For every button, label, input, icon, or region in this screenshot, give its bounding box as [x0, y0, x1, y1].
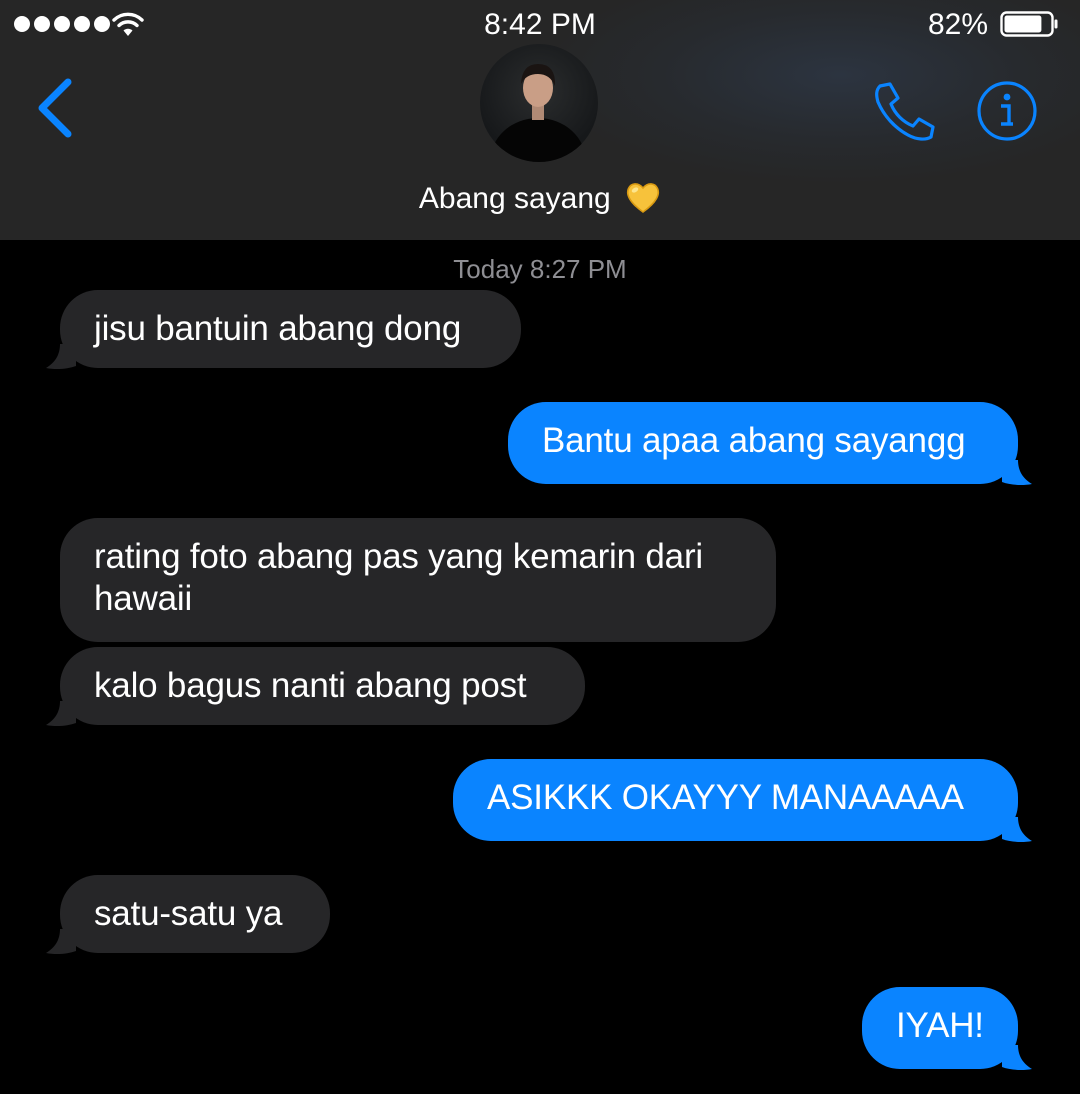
bubble-tail — [46, 701, 76, 727]
bubble-tail — [1002, 1045, 1032, 1071]
battery-percent: 82% — [927, 8, 988, 41]
contact-name-label: Abang sayang — [418, 182, 611, 215]
message-bubble-sent[interactable]: Bantu apaa abang sayangg — [508, 402, 1018, 484]
message-bubble-sent[interactable]: ASIKKK OKAYYY MANAAAAA — [453, 759, 1018, 841]
bubble-tail — [1002, 460, 1032, 486]
back-chevron-icon[interactable] — [30, 76, 80, 140]
message-bubble-received[interactable]: satu-satu ya — [60, 875, 330, 953]
bubble-tail — [46, 929, 76, 955]
message-bubble-received[interactable]: rating foto abang pas yang kemarin dari … — [60, 518, 776, 642]
bubble-tail — [46, 344, 76, 370]
contact-avatar[interactable] — [480, 44, 598, 162]
contact-name[interactable]: Abang sayang — [0, 180, 1080, 216]
yellow-heart-icon — [627, 183, 660, 213]
conversation-timestamp: Today 8:27 PM — [453, 254, 627, 284]
battery-icon — [1000, 11, 1058, 37]
message-bubble-received[interactable]: jisu bantuin abang dong — [60, 290, 521, 368]
message-bubble-received[interactable]: kalo bagus nanti abang post — [60, 647, 585, 725]
phone-icon[interactable] — [872, 80, 938, 142]
message-bubble-sent[interactable]: IYAH! — [862, 987, 1018, 1069]
avatar-photo — [490, 64, 586, 162]
bubble-tail — [1002, 817, 1032, 843]
info-icon[interactable] — [976, 80, 1038, 142]
conversation-header: 8:42 PM 82% Abang sayang — [0, 0, 1080, 240]
status-bar: 8:42 PM 82% — [0, 0, 1080, 48]
status-time: 8:42 PM — [484, 8, 596, 41]
